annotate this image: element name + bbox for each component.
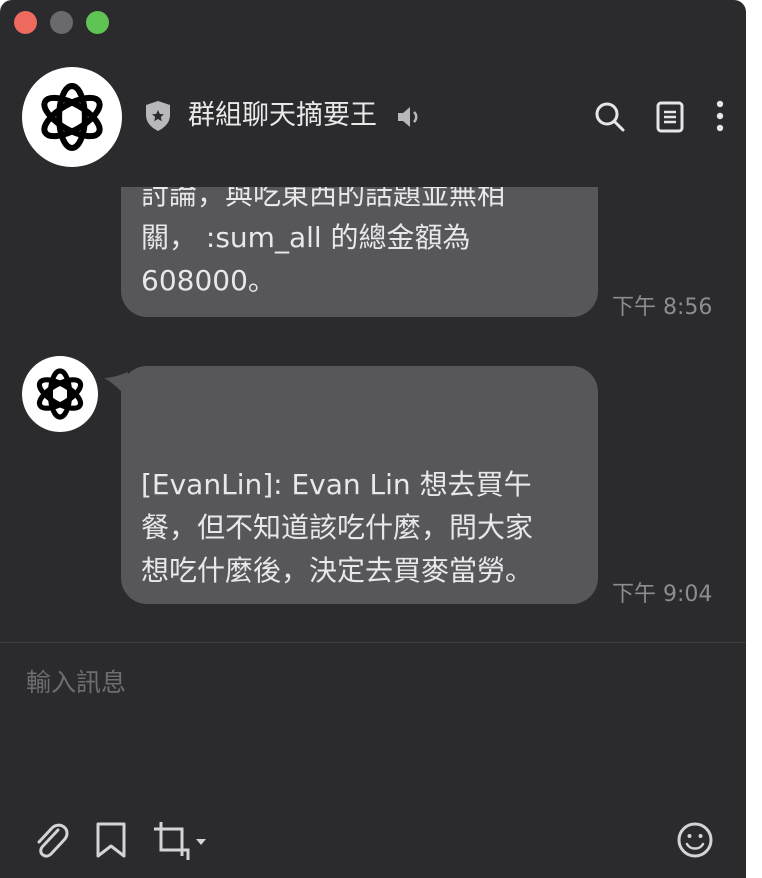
window-edge (746, 0, 762, 878)
group-avatar[interactable] (22, 67, 122, 167)
notes-icon[interactable] (655, 100, 687, 134)
speaker-icon (398, 107, 418, 127)
message-text: 討論，與吃東西的話題並無相 關， :sum_all 的總金額為 608000。 (141, 187, 506, 297)
search-icon[interactable] (594, 100, 626, 134)
message-list[interactable]: 討論，與吃東西的話題並無相 關， :sum_all 的總金額為 608000。 … (0, 187, 746, 642)
message-time: 下午 8:56 (612, 295, 713, 320)
divider (0, 642, 746, 643)
message-bubble[interactable]: 討論，與吃東西的話題並無相 關， :sum_all 的總金額為 608000。 (121, 187, 598, 317)
sender-avatar[interactable] (22, 356, 98, 432)
more-vertical-icon[interactable] (705, 100, 735, 134)
shield-star-icon (146, 101, 170, 131)
emoji-icon[interactable] (676, 820, 714, 860)
chat-window: 群組聊天摘要王 討論，與吃東西的話題並無相 關， :sum_all 的總金額為 … (0, 0, 746, 878)
bookmark-icon[interactable] (92, 820, 130, 860)
minimize-window-button[interactable] (50, 11, 73, 34)
openai-logo-icon (36, 368, 84, 420)
close-window-button[interactable] (14, 11, 37, 34)
chat-title[interactable]: 群組聊天摘要王 (188, 98, 377, 134)
message-input[interactable]: 輸入訊息 (26, 666, 126, 700)
message-time: 下午 9:04 (612, 582, 713, 607)
message-bubble[interactable]: [EvanLin]: Evan Lin 想去買午 餐，但不知道該吃什麼，問大家 … (121, 366, 598, 604)
crop-icon[interactable] (152, 820, 210, 860)
paperclip-icon[interactable] (32, 820, 70, 860)
maximize-window-button[interactable] (86, 11, 109, 34)
message-text: [EvanLin]: Evan Lin 想去買午 餐，但不知道該吃什麼，問大家 … (141, 468, 534, 587)
openai-logo-icon (41, 83, 103, 151)
